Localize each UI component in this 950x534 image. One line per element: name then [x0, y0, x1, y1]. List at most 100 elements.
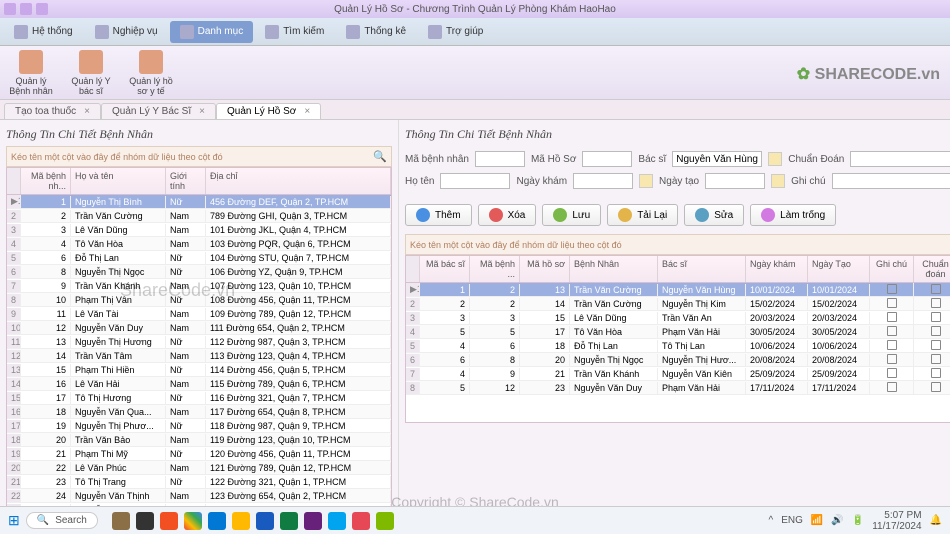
app-icon[interactable]: [208, 512, 226, 530]
left-grid[interactable]: ▶11Nguyễn Thị BìnhNữ456 Đường DEF, Quận …: [6, 195, 392, 518]
qat-icon[interactable]: [20, 3, 32, 15]
menu-timkiem[interactable]: Tìm kiếm: [255, 21, 334, 43]
right-grid[interactable]: ▶11213Trần Văn CườngNguyễn Văn Hùng10/01…: [405, 283, 950, 423]
ribbon-benhnhan[interactable]: Quản lý Bệnh nhân: [6, 50, 56, 96]
table-row[interactable]: 33315Lê Văn DũngTrần Văn An20/03/202420/…: [406, 311, 950, 325]
table-row[interactable]: 22214Trần Văn CườngNguyễn Thị Kim15/02/2…: [406, 297, 950, 311]
table-row[interactable]: 33Lê Văn DũngNam101 Đường JKL, Quận 4, T…: [7, 223, 391, 237]
table-row[interactable]: 810Phạm Thị VânNữ108 Đường 456, Quận 11,…: [7, 293, 391, 307]
col-cd[interactable]: Chuẩn đoán: [914, 256, 950, 282]
col-bs[interactable]: Mã bác sĩ: [420, 256, 470, 282]
lang-indicator[interactable]: ENG: [781, 515, 803, 526]
inp-ngaykham[interactable]: [573, 173, 633, 189]
table-row[interactable]: 56Đỗ Thị LanNữ104 Đường STU, Quận 7, TP.…: [7, 251, 391, 265]
table-row[interactable]: 54618Đỗ Thị LanTô Thị Lan10/06/202410/06…: [406, 339, 950, 353]
col-bnn[interactable]: Bệnh Nhân: [570, 256, 658, 282]
col-id[interactable]: Mã bệnh nh...: [21, 168, 71, 194]
menu-danhmuc[interactable]: Danh mục: [170, 21, 254, 43]
btn-reload[interactable]: Tải Lại: [607, 204, 678, 226]
col-bn[interactable]: Mã bệnh ...: [470, 256, 520, 282]
picker-icon[interactable]: [768, 152, 782, 166]
app-icon[interactable]: [184, 512, 202, 530]
table-row[interactable]: 851223Nguyễn Văn DuyPhạm Văn Hải17/11/20…: [406, 381, 950, 395]
table-row[interactable]: 1820Trần Văn BảoNam119 Đường 123, Quận 1…: [7, 433, 391, 447]
menu-trogiup[interactable]: Trợ giúp: [418, 21, 493, 43]
app-icon[interactable]: [160, 512, 178, 530]
table-row[interactable]: 79Trần Văn KhánhNam107 Đường 123, Quận 1…: [7, 279, 391, 293]
start-icon[interactable]: ⊞: [8, 512, 20, 529]
col-bss[interactable]: Bác sĩ: [658, 256, 746, 282]
col-gc[interactable]: Ghi chú: [870, 256, 914, 282]
app-icon[interactable]: [136, 512, 154, 530]
app-icon[interactable]: [112, 512, 130, 530]
close-icon[interactable]: ×: [199, 106, 205, 117]
date-icon[interactable]: [771, 174, 785, 188]
inp-mahs[interactable]: [582, 151, 632, 167]
ribbon-ybacsi[interactable]: Quản lý Y bác sĩ: [66, 50, 116, 96]
table-row[interactable]: 1416Lê Văn HảiNam115 Đường 789, Quận 6, …: [7, 377, 391, 391]
date-icon[interactable]: [639, 174, 653, 188]
table-row[interactable]: ▶11213Trần Văn CườngNguyễn Văn Hùng10/01…: [406, 283, 950, 297]
table-row[interactable]: 1113Nguyễn Thị HươngNữ112 Đường 987, Quậ…: [7, 335, 391, 349]
close-icon[interactable]: ×: [84, 106, 90, 117]
wifi-icon[interactable]: 📶: [811, 515, 823, 526]
app-icon[interactable]: [352, 512, 370, 530]
app-icon[interactable]: [376, 512, 394, 530]
app-icon[interactable]: [232, 512, 250, 530]
btn-clear[interactable]: Làm trống: [750, 204, 836, 226]
tab-hoso[interactable]: Quản Lý Hồ Sơ×: [216, 103, 321, 119]
table-row[interactable]: 68Nguyễn Thị NgọcNữ106 Đường YZ, Quận 9,…: [7, 265, 391, 279]
group-hint[interactable]: Kéo tên một cột vào đây để nhóm dữ liệu …: [6, 146, 392, 167]
menu-nghiepvu[interactable]: Nghiệp vụ: [85, 21, 168, 43]
table-row[interactable]: 1517Tô Thị HươngNữ116 Đường 321, Quận 7,…: [7, 391, 391, 405]
table-row[interactable]: 2224Nguyễn Văn ThịnhNam123 Đường 654, Qu…: [7, 489, 391, 503]
table-row[interactable]: ▶11Nguyễn Thị BìnhNữ456 Đường DEF, Quận …: [7, 195, 391, 209]
notification-icon[interactable]: 🔔: [930, 515, 942, 526]
chevron-up-icon[interactable]: ^: [769, 515, 774, 526]
group-hint[interactable]: Kéo tên một cột vào đây để nhóm dữ liệu …: [405, 234, 950, 255]
table-row[interactable]: 45517Tô Văn HòaPhạm Văn Hải30/05/202430/…: [406, 325, 950, 339]
close-icon[interactable]: ×: [304, 106, 310, 117]
col-nt[interactable]: Ngày Tạo: [808, 256, 870, 282]
search-icon[interactable]: 🔍: [373, 150, 387, 163]
qat-icon[interactable]: [36, 3, 48, 15]
table-row[interactable]: 22Trần Văn CườngNam789 Đường GHI, Quận 3…: [7, 209, 391, 223]
col-name[interactable]: Họ và tên: [71, 168, 166, 194]
btn-del[interactable]: Xóa: [478, 204, 537, 226]
tab-toathuoc[interactable]: Tạo toa thuốc×: [4, 103, 101, 119]
table-row[interactable]: 74921Trần Văn KhánhNguyễn Văn Kiên25/09/…: [406, 367, 950, 381]
btn-add[interactable]: Thêm: [405, 204, 472, 226]
table-row[interactable]: 1921Phạm Thi MỹNữ120 Đường 456, Quận 11,…: [7, 447, 391, 461]
btn-edit[interactable]: Sửa: [684, 204, 744, 226]
table-row[interactable]: 66820Nguyễn Thị NgọcNguyễn Thị Hươ...20/…: [406, 353, 950, 367]
table-row[interactable]: 1618Nguyễn Văn Qua...Nam117 Đường 654, Q…: [7, 405, 391, 419]
app-icon[interactable]: [256, 512, 274, 530]
app-icon[interactable]: [280, 512, 298, 530]
tab-ybacsi[interactable]: Quản Lý Y Bác Sĩ×: [101, 103, 216, 119]
inp-ngaytao[interactable]: [705, 173, 765, 189]
clock-time[interactable]: 5:07 PM: [872, 510, 921, 521]
menu-hethong[interactable]: Hệ thống: [4, 21, 83, 43]
ribbon-hoso[interactable]: Quản lý hồ sơ y tế: [126, 50, 176, 96]
app-icon[interactable]: [328, 512, 346, 530]
table-row[interactable]: 2123Tô Thị TrangNữ122 Đường 321, Quận 1,…: [7, 475, 391, 489]
taskbar[interactable]: ⊞ 🔍Search ^ ENG 📶 🔊 🔋 5:07 PM 11/17/2024…: [0, 506, 950, 534]
col-sex[interactable]: Giới tính: [166, 168, 206, 194]
volume-icon[interactable]: 🔊: [831, 515, 843, 526]
app-icon[interactable]: [304, 512, 322, 530]
col-nk[interactable]: Ngày khám: [746, 256, 808, 282]
table-row[interactable]: 1214Trần Văn TâmNam113 Đường 123, Quận 4…: [7, 349, 391, 363]
table-row[interactable]: 911Lê Văn TàiNam109 Đường 789, Quận 12, …: [7, 307, 391, 321]
table-row[interactable]: 1719Nguyễn Thị Phươ...Nữ118 Đường 987, Q…: [7, 419, 391, 433]
battery-icon[interactable]: 🔋: [852, 515, 864, 526]
table-row[interactable]: 44Tô Văn HòaNam103 Đường PQR, Quận 6, TP…: [7, 237, 391, 251]
inp-bacsi[interactable]: [672, 151, 762, 167]
inp-hoten[interactable]: [440, 173, 510, 189]
table-row[interactable]: 1012Nguyễn Văn DuyNam111 Đường 654, Quận…: [7, 321, 391, 335]
taskbar-search[interactable]: 🔍Search: [26, 512, 98, 529]
table-row[interactable]: 1315Phạm Thi HiềnNữ114 Đường 456, Quận 5…: [7, 363, 391, 377]
clock-date[interactable]: 11/17/2024: [872, 521, 921, 532]
inp-ghichu[interactable]: [832, 173, 950, 189]
col-hs[interactable]: Mã hồ sơ: [520, 256, 570, 282]
inp-chuandoan[interactable]: [850, 151, 950, 167]
